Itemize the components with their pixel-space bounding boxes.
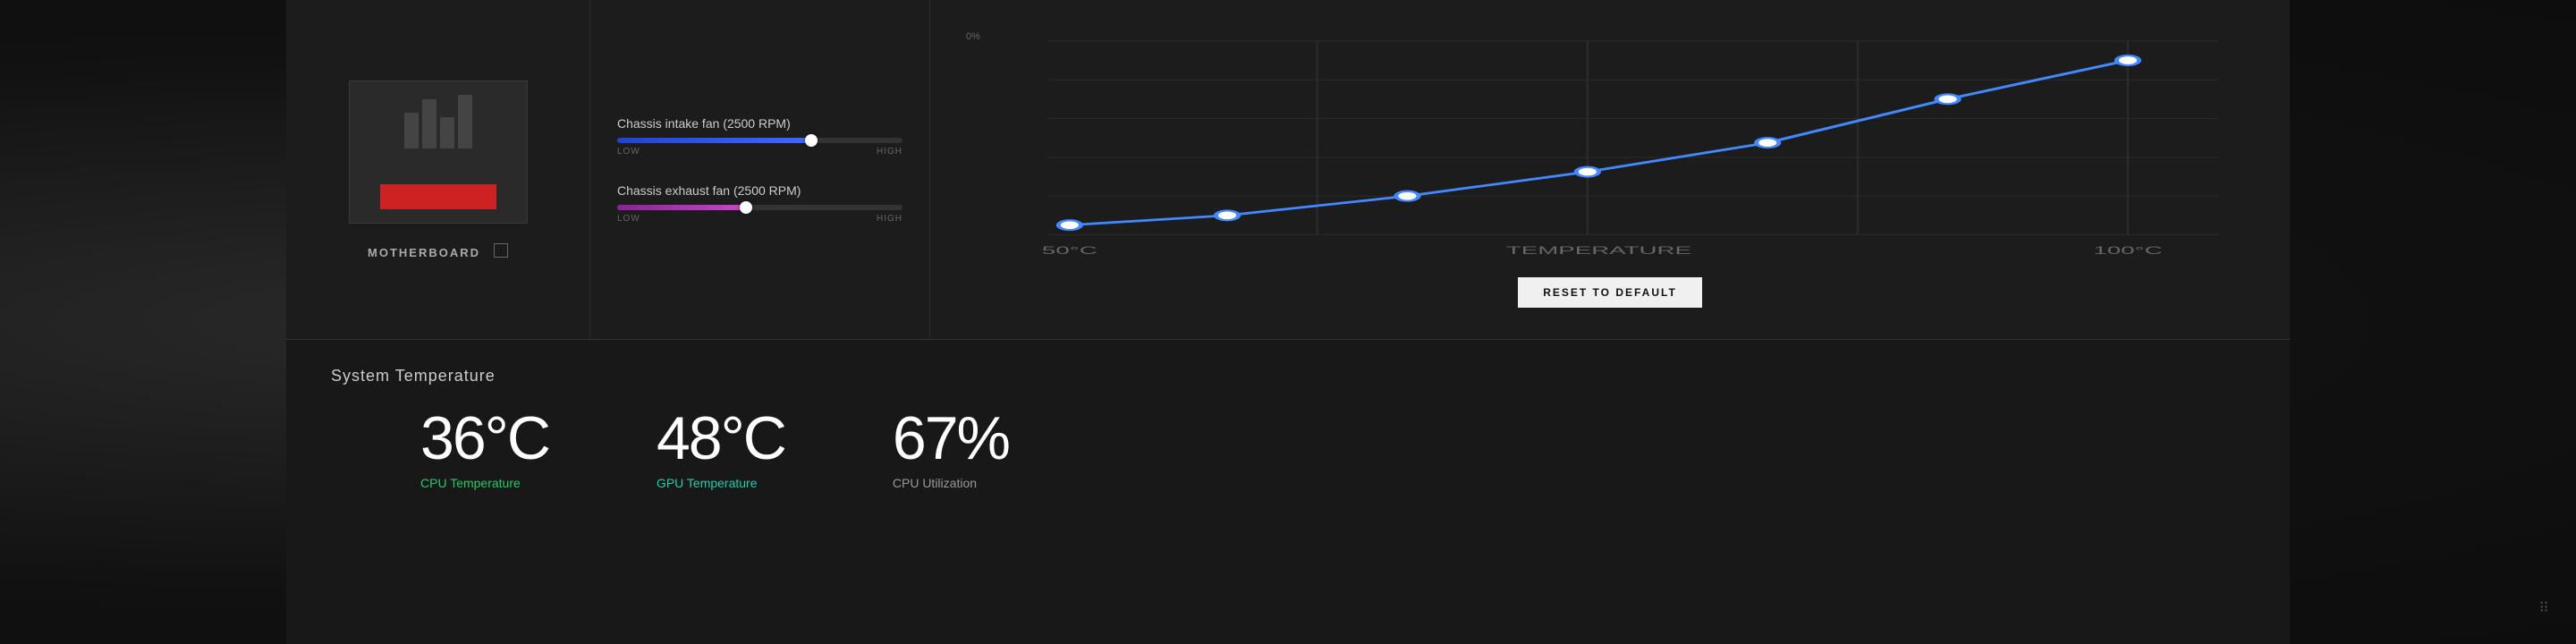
motherboard-visual [349,80,528,224]
fan-2-low-label: LOW [617,214,640,224]
mb-bar-2 [422,99,436,148]
fan-1-thumb[interactable] [805,134,818,147]
fan-2-slider-container: LOW HIGH [617,205,902,224]
corner-resize-indicator: ⠿ [2538,599,2549,617]
svg-text:50°C: 50°C [1042,245,1097,257]
chart-panel: 0% [930,0,2290,339]
cpu-temperature-label: CPU Temperature [420,476,521,490]
fan-2-fill [617,205,746,210]
top-section: MOTHERBOARD Chassis intake fan (2500 RPM… [286,0,2290,340]
motherboard-red-highlight [380,184,496,209]
fan-1-slider-container: LOW HIGH [617,138,902,157]
fan-control-1: Chassis intake fan (2500 RPM) LOW HIGH [617,116,902,157]
fan-2-slider-track[interactable] [617,205,902,210]
gpu-temperature-value: 48°C [657,408,785,469]
fan-2-thumb[interactable] [740,201,752,214]
svg-text:100°C: 100°C [2093,245,2162,257]
bottom-section: System Temperature 36°C CPU Temperature … [286,340,2290,644]
motherboard-label: MOTHERBOARD [368,246,480,259]
cpu-utilization-metric: 67% CPU Utilization [893,408,1009,490]
svg-text:TEMPERATURE: TEMPERATURE [1506,245,1691,257]
fan-2-high-label: HIGH [877,214,902,224]
mb-bar-4 [458,95,472,148]
reset-to-default-button[interactable]: RESET TO DEFAULT [1518,277,1702,308]
cpu-utilization-label: CPU Utilization [893,476,977,490]
motherboard-panel: MOTHERBOARD [286,0,590,339]
cpu-temperature-metric: 36°C CPU Temperature [420,408,549,490]
fan-controls-panel: Chassis intake fan (2500 RPM) LOW HIGH C… [590,0,930,339]
fan-1-high-label: HIGH [877,147,902,157]
fan-1-low-label: LOW [617,147,640,157]
gpu-temperature-label: GPU Temperature [657,476,758,490]
fan-chart: 0% [957,31,2263,264]
fan-1-slider-labels: LOW HIGH [617,147,902,157]
gpu-temperature-metric: 48°C GPU Temperature [657,408,785,490]
chart-y-label: 0% [966,31,980,42]
motherboard-checkbox[interactable] [494,243,508,258]
mb-bar-3 [440,117,454,148]
main-content: MOTHERBOARD Chassis intake fan (2500 RPM… [286,0,2290,644]
cpu-temperature-value: 36°C [420,408,549,469]
system-temperature-title: System Temperature [331,367,2245,386]
chart-svg: 50°C TEMPERATURE 100°C [957,31,2263,264]
cpu-utilization-value: 67% [893,408,1009,469]
fan-2-slider-labels: LOW HIGH [617,214,902,224]
mb-bar-1 [404,113,419,148]
fan-control-2: Chassis exhaust fan (2500 RPM) LOW HIGH [617,183,902,224]
fan-1-slider-track[interactable] [617,138,902,143]
fan-1-label: Chassis intake fan (2500 RPM) [617,116,902,131]
fan-2-label: Chassis exhaust fan (2500 RPM) [617,183,902,198]
fan-1-fill [617,138,811,143]
mb-bars [404,95,472,148]
temp-metrics: 36°C CPU Temperature 48°C GPU Temperatur… [331,408,2245,490]
